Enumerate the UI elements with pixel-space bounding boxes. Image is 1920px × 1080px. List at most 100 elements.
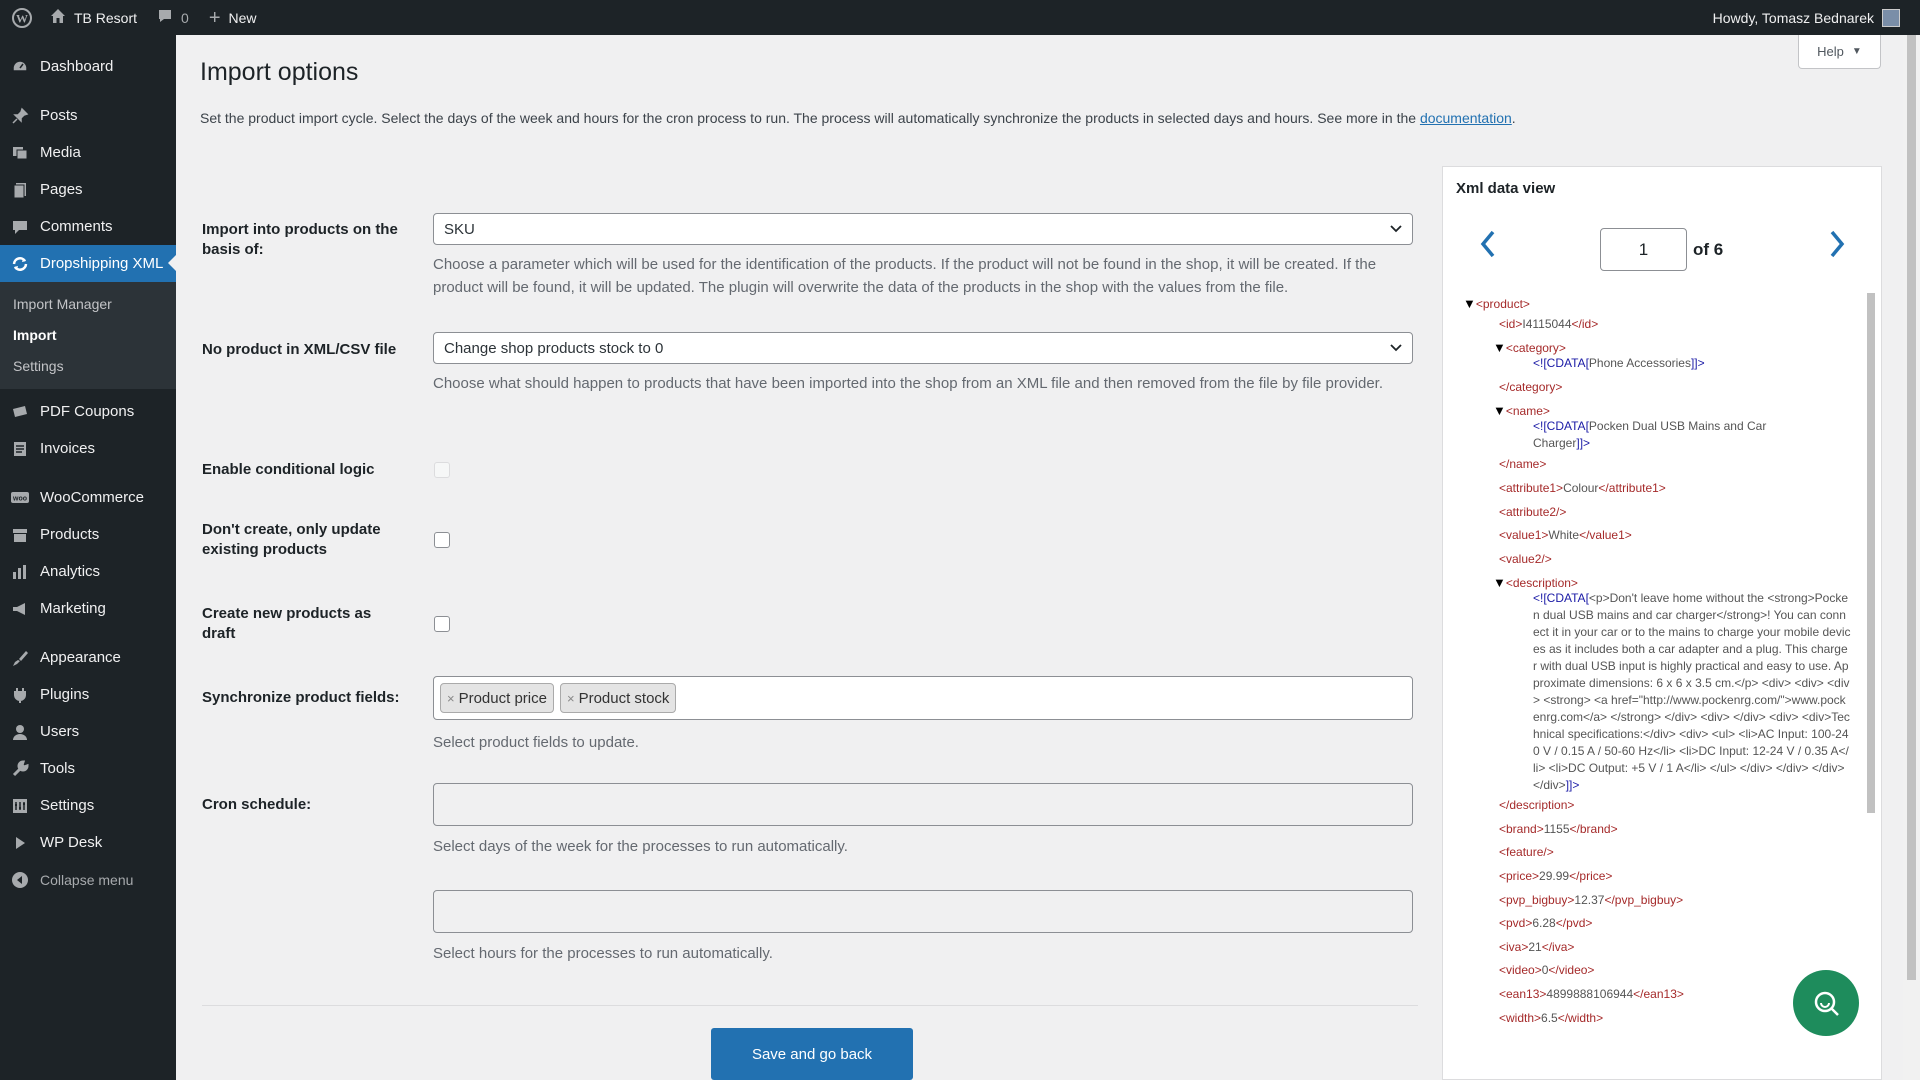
sidebar-item-label: Dropshipping XML xyxy=(40,255,164,272)
sidebar-item-marketing[interactable]: Marketing xyxy=(0,590,176,627)
sidebar-item-wp-desk[interactable]: WP Desk xyxy=(0,824,176,861)
save-and-go-back-button[interactable]: Save and go back xyxy=(711,1028,913,1080)
no-product-select[interactable]: Change shop products stock to 0 xyxy=(433,332,1413,364)
xml-text: 21 xyxy=(1528,940,1542,954)
sync-tag-product-price[interactable]: × Product price xyxy=(440,683,554,713)
sidebar-item-comments[interactable]: Comments xyxy=(0,208,176,245)
xml-line: <video>0</video> xyxy=(1499,962,1594,979)
sidebar-item-label: Posts xyxy=(40,107,78,124)
help-label: Help xyxy=(1817,44,1844,59)
xml-line: <![CDATA[<p>Don't leave home without the… xyxy=(1533,590,1851,794)
comments-count: 0 xyxy=(181,9,189,26)
xml-tag: <brand> xyxy=(1499,822,1544,836)
sidebar-item-appearance[interactable]: Appearance xyxy=(0,639,176,676)
sync-fields-multiselect[interactable]: × Product price × Product stock xyxy=(433,676,1413,720)
form-divider xyxy=(202,1005,1418,1006)
sidebar-item-settings[interactable]: Settings xyxy=(0,787,176,824)
xml-text: I4115044 xyxy=(1522,317,1572,331)
invoice-icon xyxy=(10,439,30,459)
xml-line: <width>6.5</width> xyxy=(1499,1010,1603,1027)
xml-text: <p>Don't leave home without the <strong>… xyxy=(1533,591,1851,792)
xml-tag: </pvp_bigbuy> xyxy=(1604,893,1684,907)
xml-tag: <name> xyxy=(1505,404,1550,418)
page-number-input[interactable]: 1 xyxy=(1600,228,1687,271)
expand-triangle-icon[interactable]: ▼ xyxy=(1493,340,1506,355)
intro-text: Set the product import cycle. Select the… xyxy=(200,110,1516,126)
xml-panel-scrollbar[interactable] xyxy=(1867,293,1875,813)
import-basis-select[interactable]: SKU xyxy=(433,213,1413,245)
sidebar-item-users[interactable]: Users xyxy=(0,713,176,750)
sidebar-item-dashboard[interactable]: Dashboard xyxy=(0,48,176,85)
page-scrollbar[interactable] xyxy=(1903,35,1920,1080)
xml-line: <attribute2/> xyxy=(1499,504,1566,521)
site-name-link[interactable]: TB Resort xyxy=(40,0,147,35)
chevron-down-icon xyxy=(1390,222,1402,236)
sidebar-item-label: Marketing xyxy=(40,600,106,617)
create-draft-checkbox[interactable] xyxy=(434,616,450,632)
sync-tag-product-stock[interactable]: × Product stock xyxy=(559,683,677,713)
site-name: TB Resort xyxy=(74,9,138,26)
collapse-menu-button[interactable]: Collapse menu xyxy=(0,861,176,898)
submenu-item-import[interactable]: Import xyxy=(0,320,176,351)
sidebar-item-dropshipping-xml[interactable]: Dropshipping XML xyxy=(0,245,176,282)
create-draft-label: Create new products as draft xyxy=(202,605,372,642)
sidebar-item-pages[interactable]: Pages xyxy=(0,171,176,208)
search-icon xyxy=(1814,991,1839,1016)
xml-line: <value1>White</value1> xyxy=(1499,527,1632,544)
sidebar-item-plugins[interactable]: Plugins xyxy=(0,676,176,713)
expand-triangle-icon[interactable]: ▼ xyxy=(1493,403,1506,418)
sidebar-item-media[interactable]: Media xyxy=(0,134,176,171)
xml-tag: </width> xyxy=(1557,1011,1604,1025)
chevron-left-icon[interactable] xyxy=(1473,229,1503,261)
cron-schedule-label: Cron schedule: xyxy=(202,796,312,813)
sidebar-item-tools[interactable]: Tools xyxy=(0,750,176,787)
user-account-menu[interactable]: Howdy, Tomasz Bednarek xyxy=(1703,0,1920,35)
chevron-right-icon[interactable] xyxy=(1822,229,1852,261)
sidebar-item-label: Analytics xyxy=(40,563,101,580)
sidebar-item-label: Tools xyxy=(40,760,76,777)
documentation-link[interactable]: documentation xyxy=(1420,110,1512,126)
submenu-item-settings[interactable]: Settings xyxy=(0,351,176,382)
conditional-logic-checkbox[interactable] xyxy=(434,462,450,478)
xml-text: Colour xyxy=(1563,481,1599,495)
expand-triangle-icon[interactable]: ▼ xyxy=(1463,296,1476,311)
wordpress-logo-icon[interactable]: W xyxy=(4,0,40,35)
sidebar-item-products[interactable]: Products xyxy=(0,516,176,553)
comment-icon xyxy=(157,8,173,27)
help-button[interactable]: Help ▼ xyxy=(1798,35,1881,69)
xml-tag: <iva> xyxy=(1499,940,1529,954)
xml-panel-title: Xml data view xyxy=(1456,180,1556,197)
xml-tag: </attribute1> xyxy=(1598,481,1666,495)
pin-icon xyxy=(10,106,30,126)
sidebar-item-label: Dashboard xyxy=(40,58,114,75)
xml-tag: <value1> xyxy=(1499,528,1549,542)
xml-cdata: ]]> xyxy=(1690,356,1705,370)
sidebar-item-label: WP Desk xyxy=(40,834,103,851)
xml-tag: <value2/> xyxy=(1499,552,1552,566)
sidebar-item-woocommerce[interactable]: woo WooCommerce xyxy=(0,479,176,516)
comments-link[interactable]: 0 xyxy=(147,0,199,35)
woo-icon: woo xyxy=(10,488,30,508)
xml-line: </description> xyxy=(1499,797,1574,814)
xml-line: </name> xyxy=(1499,456,1546,473)
update-only-checkbox[interactable] xyxy=(434,532,450,548)
import-basis-value: SKU xyxy=(444,220,475,238)
sidebar-item-label: Media xyxy=(40,144,81,161)
comment-icon xyxy=(10,217,30,237)
sidebar-item-invoices[interactable]: Invoices xyxy=(0,430,176,467)
sidebar-item-pdf-coupons[interactable]: PDF Coupons xyxy=(0,393,176,430)
sidebar-item-analytics[interactable]: Analytics xyxy=(0,553,176,590)
page-scrollbar-thumb[interactable] xyxy=(1907,35,1916,980)
sidebar-item-posts[interactable]: Posts xyxy=(0,97,176,134)
caret-down-icon: ▼ xyxy=(1851,46,1862,57)
remove-tag-icon[interactable]: × xyxy=(447,691,455,706)
plus-icon: + xyxy=(208,6,221,29)
remove-tag-icon[interactable]: × xyxy=(567,691,575,706)
cron-hours-select[interactable] xyxy=(433,890,1413,933)
new-content-link[interactable]: + New xyxy=(199,0,267,35)
submenu-item-import-manager[interactable]: Import Manager xyxy=(0,289,176,320)
support-chat-button[interactable] xyxy=(1793,970,1859,1036)
cron-days-select[interactable] xyxy=(433,783,1413,826)
xml-text: 6.5 xyxy=(1541,1011,1558,1025)
expand-triangle-icon[interactable]: ▼ xyxy=(1493,575,1506,590)
